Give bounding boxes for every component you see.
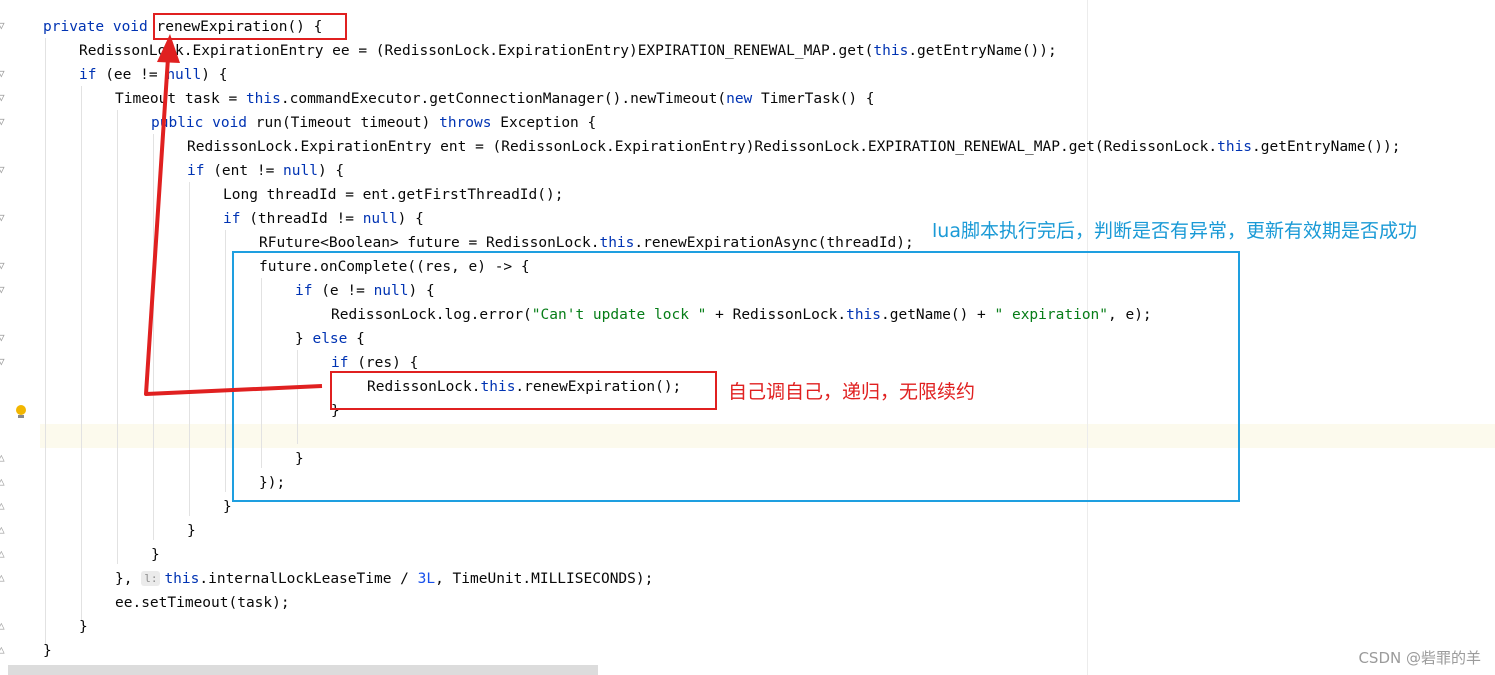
horizontal-scrollbar[interactable]	[8, 665, 598, 675]
annotation-blue-note: lua脚本执行完后，判断是否有异常，更新有效期是否成功	[932, 220, 1417, 242]
code-editor[interactable]: ▽ ▽ ▽ ▽ ▽ ▽ ▽ ▽ ▽ ▽ △ △ △ △ △ △ △ △ priv…	[0, 0, 1495, 675]
annotation-red-note: 自己调自己，递归，无限续约	[728, 381, 976, 403]
watermark: CSDN @砦罪的羊	[1358, 649, 1481, 667]
recursion-arrow	[144, 34, 323, 396]
